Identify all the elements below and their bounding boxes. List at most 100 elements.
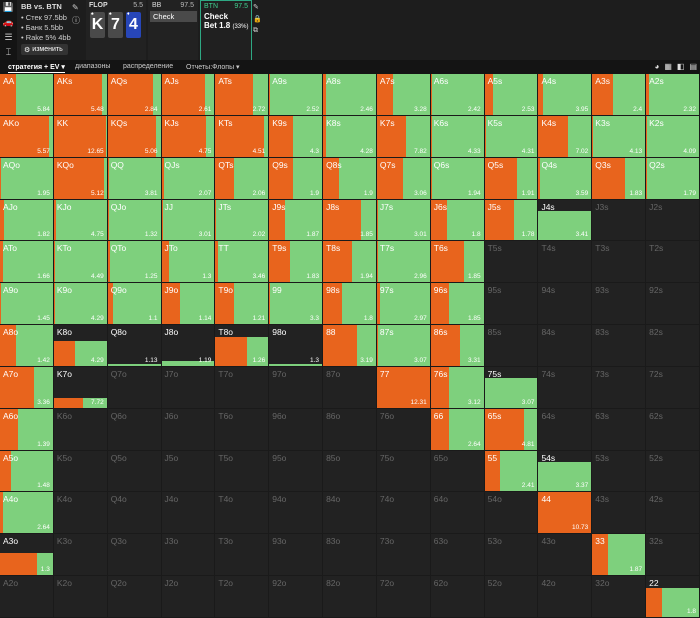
info-icon[interactable]: ⓘ: [72, 15, 80, 26]
hand-cell-T8o[interactable]: T8o 1.26: [215, 325, 270, 367]
hand-cell-A5s[interactable]: A5s 2.53: [484, 74, 539, 116]
hand-cell-32s[interactable]: 32s: [646, 534, 700, 577]
hand-cell-Q7o[interactable]: Q7o: [107, 366, 162, 409]
hand-cell-A8s[interactable]: A8s 2.46: [323, 74, 377, 116]
hand-cell-97s[interactable]: 97s 2.97: [376, 283, 431, 326]
hand-cell-J8s[interactable]: J8s 1.85: [323, 199, 377, 242]
hand-cell-T8s[interactable]: T8s 1.94: [323, 241, 377, 284]
hand-cell-72o[interactable]: 72o: [376, 576, 431, 618]
hand-cell-Q3s[interactable]: Q3s 1.83: [592, 157, 647, 200]
hand-cell-94s[interactable]: 94s: [538, 283, 593, 326]
hand-cell-42s[interactable]: 42s: [646, 492, 700, 535]
hand-cell-T7o[interactable]: T7o: [215, 366, 270, 409]
tab-ranges[interactable]: диапазоны: [75, 63, 110, 70]
hand-cell-54s[interactable]: 54s 3.37: [538, 450, 593, 493]
hand-cell-J7o[interactable]: J7o: [161, 366, 216, 409]
hand-cell-A7o[interactable]: A7o 3.36: [0, 366, 54, 409]
hand-cell-73s[interactable]: 73s: [592, 366, 647, 409]
hand-cell-53o[interactable]: 53o: [484, 534, 539, 577]
hand-cell-Q5s[interactable]: Q5s 1.91: [484, 157, 539, 200]
hand-cell-AKo[interactable]: AKo 5.57: [0, 115, 54, 158]
hand-cell-QTo[interactable]: QTo 1.25: [107, 241, 162, 284]
hand-cell-Q8o[interactable]: Q8o 1.13: [107, 325, 162, 367]
car-icon[interactable]: 🚗: [3, 18, 14, 27]
hand-cell-98s[interactable]: 98s 1.8: [323, 283, 377, 326]
hand-cell-Q4s[interactable]: Q4s 3.59: [538, 157, 593, 200]
hand-cell-88[interactable]: 88 3.19: [323, 325, 377, 367]
hand-cell-84o[interactable]: 84o: [323, 492, 377, 535]
hand-cell-KK[interactable]: KK 12.65: [53, 115, 108, 158]
hand-cell-T5s[interactable]: T5s: [484, 241, 539, 284]
hand-cell-82o[interactable]: 82o: [323, 576, 377, 618]
hand-cell-65o[interactable]: 65o: [430, 450, 485, 493]
hand-cell-Q3o[interactable]: Q3o: [107, 534, 162, 577]
hand-cell-43o[interactable]: 43o: [538, 534, 593, 577]
hand-cell-95o[interactable]: 95o: [269, 450, 324, 493]
hand-cell-55[interactable]: 55 2.41: [484, 450, 539, 493]
grid-view-icon[interactable]: ▦: [664, 62, 672, 71]
hand-cell-73o[interactable]: 73o: [376, 534, 431, 577]
hand-cell-T2s[interactable]: T2s: [646, 241, 700, 284]
hand-cell-K3s[interactable]: K3s 4.13: [592, 115, 647, 158]
hand-cell-J6s[interactable]: J6s 1.8: [430, 199, 485, 242]
edit-button[interactable]: ⚙ изменить: [21, 44, 68, 55]
hand-cell-T5o[interactable]: T5o: [215, 450, 270, 493]
hand-cell-A5o[interactable]: A5o 1.48: [0, 450, 54, 493]
hand-cell-44[interactable]: 44 10.73: [538, 492, 593, 535]
layers-icon[interactable]: ☰: [4, 33, 12, 42]
hand-cell-KTs[interactable]: KTs 4.51: [215, 115, 270, 158]
hand-cell-KQo[interactable]: KQo 5.12: [53, 157, 108, 200]
pencil-icon[interactable]: ✎: [72, 3, 79, 12]
hand-cell-AQo[interactable]: AQo 1.95: [0, 157, 54, 200]
hand-cell-J3o[interactable]: J3o: [161, 534, 216, 577]
hand-cell-K2s[interactable]: K2s 4.09: [646, 115, 700, 158]
hand-cell-J4o[interactable]: J4o: [161, 492, 216, 535]
hand-cell-98o[interactable]: 98o 1.3: [269, 325, 324, 367]
hand-cell-84s[interactable]: 84s: [538, 325, 593, 367]
cursor-icon[interactable]: ⌶: [6, 48, 11, 57]
hand-cell-K3o[interactable]: K3o: [53, 534, 108, 577]
hand-cell-J3s[interactable]: J3s: [592, 199, 647, 242]
flop-panel[interactable]: FLOP 5.5 ♠ K ♠ 7 ♦ 4: [86, 0, 146, 60]
hand-cell-A7s[interactable]: A7s 3.28: [376, 74, 431, 116]
hand-cell-QJs[interactable]: QJs 2.07: [161, 157, 216, 200]
hand-cell-53s[interactable]: 53s: [592, 450, 647, 493]
hand-cell-T4s[interactable]: T4s: [538, 241, 593, 284]
hand-cell-J8o[interactable]: J8o 1.19: [161, 325, 216, 367]
hand-cell-QQ[interactable]: QQ 3.81: [107, 157, 162, 200]
hand-cell-52s[interactable]: 52s: [646, 450, 700, 493]
hand-cell-T6o[interactable]: T6o: [215, 408, 270, 451]
hand-cell-Q2o[interactable]: Q2o: [107, 576, 162, 618]
hand-cell-85s[interactable]: 85s: [484, 325, 539, 367]
hand-cell-A6o[interactable]: A6o 1.39: [0, 408, 54, 451]
pie-chart-icon[interactable]: ◕: [654, 62, 659, 71]
hand-cell-A9o[interactable]: A9o 1.45: [0, 283, 54, 326]
hand-cell-A2o[interactable]: A2o: [0, 576, 54, 618]
hand-cell-J5o[interactable]: J5o: [161, 450, 216, 493]
tab-reports[interactable]: Отчеты:Флопы ▾: [186, 63, 240, 71]
hand-cell-K6s[interactable]: K6s 4.33: [430, 115, 485, 158]
hand-cell-43s[interactable]: 43s: [592, 492, 647, 535]
hand-cell-T4o[interactable]: T4o: [215, 492, 270, 535]
hand-cell-K7o[interactable]: K7o 7.72: [53, 366, 108, 409]
hand-cell-96s[interactable]: 96s 1.85: [430, 283, 485, 326]
hand-cell-75o[interactable]: 75o: [376, 450, 431, 493]
hand-cell-87s[interactable]: 87s 3.07: [376, 325, 431, 367]
hand-cell-92s[interactable]: 92s: [646, 283, 700, 326]
hand-cell-K2o[interactable]: K2o: [53, 576, 108, 618]
hand-cell-K8o[interactable]: K8o 4.29: [53, 325, 108, 367]
hand-cell-A9s[interactable]: A9s 2.52: [269, 74, 324, 116]
hand-cell-42o[interactable]: 42o: [538, 576, 593, 618]
hand-cell-A4o[interactable]: A4o 2.64: [0, 492, 54, 535]
hand-cell-ATs[interactable]: ATs 2.72: [215, 74, 270, 116]
hand-cell-Q6s[interactable]: Q6s 1.94: [430, 157, 485, 200]
hand-cell-A4s[interactable]: A4s 3.95: [538, 74, 593, 116]
hand-cell-T6s[interactable]: T6s 1.85: [430, 241, 485, 284]
hand-cell-K9o[interactable]: K9o 4.29: [53, 283, 108, 326]
hand-cell-32o[interactable]: 32o: [592, 576, 647, 618]
hand-cell-86s[interactable]: 86s 3.31: [430, 325, 485, 367]
hand-cell-ATo[interactable]: ATo 1.66: [0, 241, 54, 284]
hand-cell-74s[interactable]: 74s: [538, 366, 593, 409]
hand-cell-Q9s[interactable]: Q9s 1.9: [269, 157, 324, 200]
hand-cell-T3o[interactable]: T3o: [215, 534, 270, 577]
